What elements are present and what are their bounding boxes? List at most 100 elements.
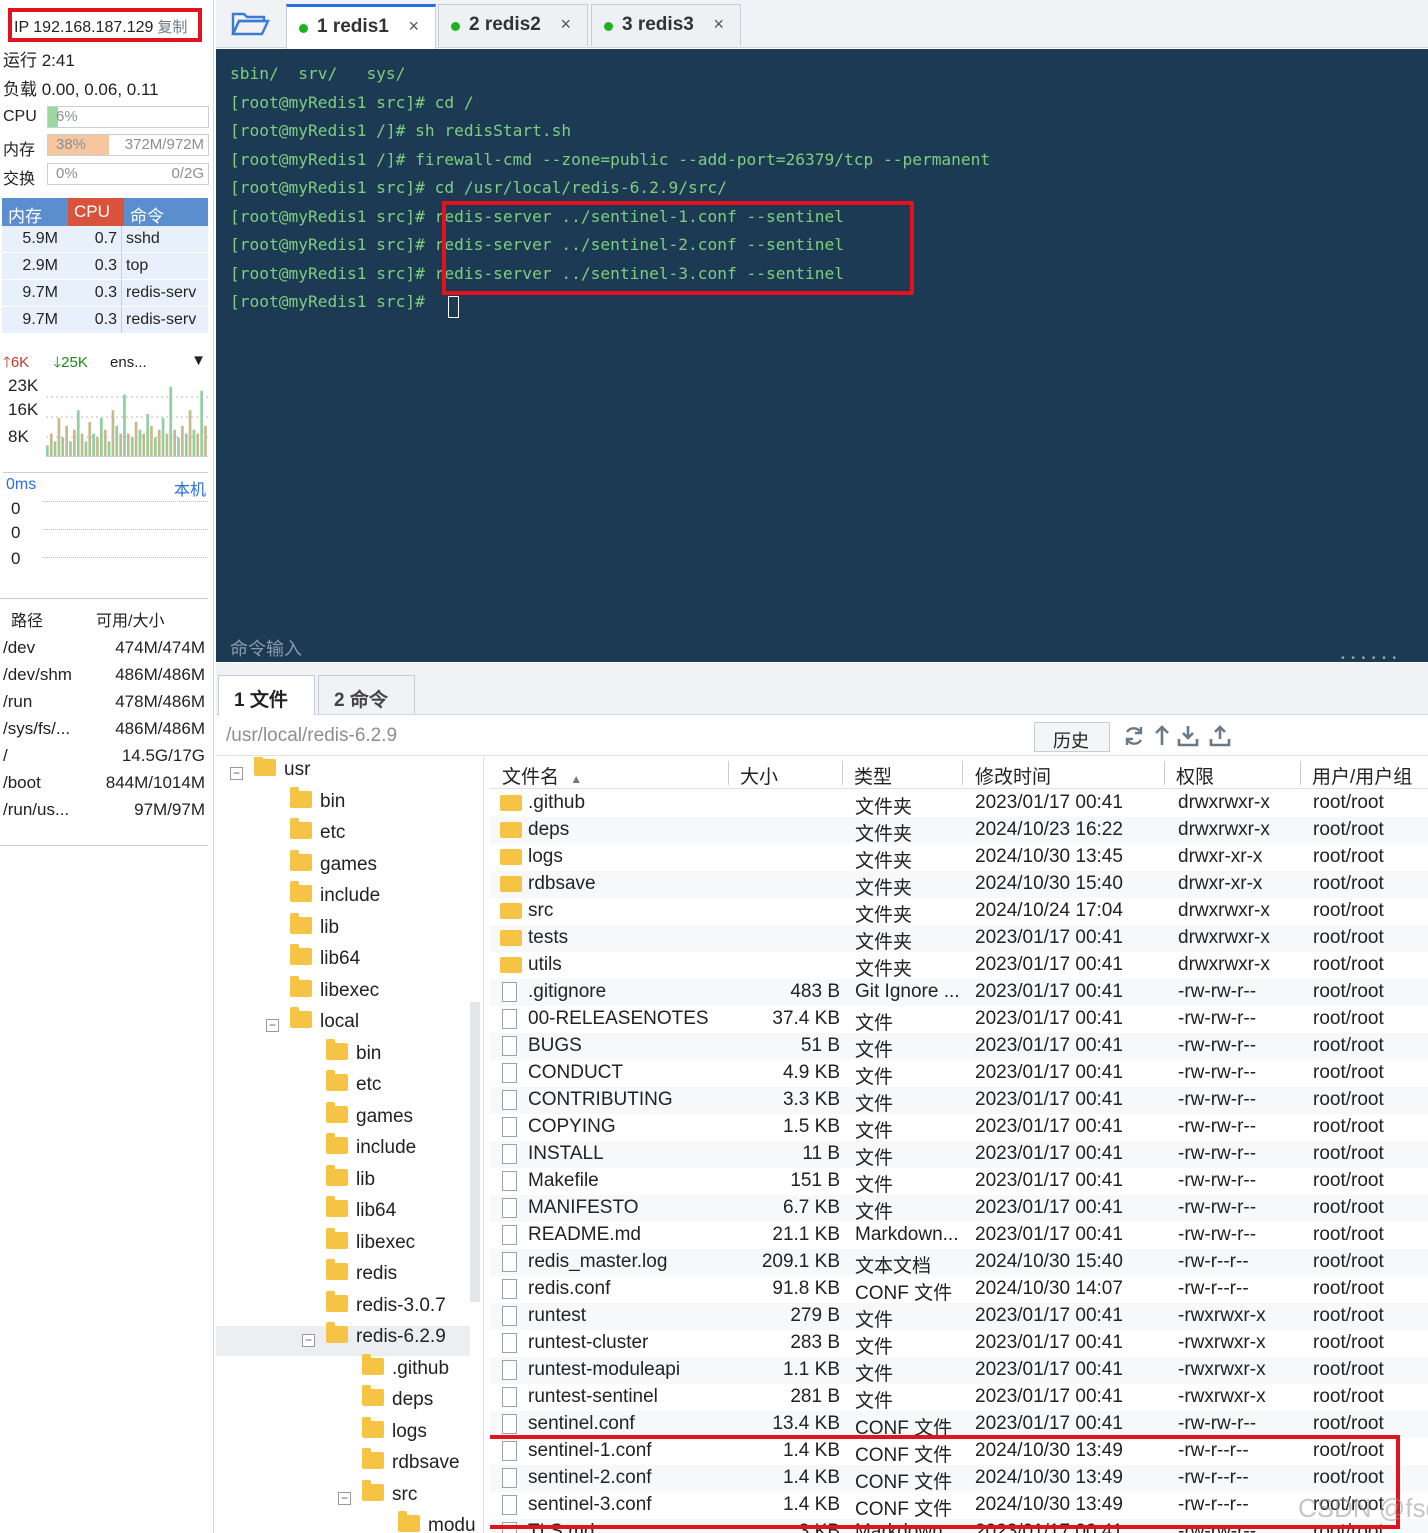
command-input[interactable]: 命令输入 xyxy=(230,635,302,661)
tree-node[interactable]: .github xyxy=(362,1353,449,1388)
col-size[interactable]: 大小 xyxy=(740,762,778,789)
tree-node[interactable]: lib xyxy=(326,1164,375,1199)
column-divider[interactable] xyxy=(728,761,729,785)
folder-open-icon[interactable] xyxy=(230,10,270,38)
file-row[interactable]: runtest 279 B 文件 2023/01/17 00:41 -rwxrwxr-x… xyxy=(490,1303,1428,1331)
file-row[interactable]: .gitignore 483 B Git Ignore ... 2023/01/17 … xyxy=(490,979,1428,1006)
folder-row[interactable]: deps 文件夹 2024/10/23 16:22 drwxrwxr-x root/ro… xyxy=(490,817,1428,845)
disk-row[interactable]: /sys/fs/... 486M/486M xyxy=(3,717,205,743)
close-icon[interactable]: × xyxy=(560,14,571,35)
file-row[interactable]: redis_master.log 209.1 KB 文本文档 2024/10/30 1… xyxy=(490,1249,1428,1277)
folder-row[interactable]: utils 文件夹 2023/01/17 00:41 drwxrwxr-x root/r… xyxy=(490,952,1428,980)
tree-node[interactable]: etc xyxy=(326,1070,381,1104)
terminal[interactable]: sbin/ srv/ sys/ [root@myRedis1 src]# cd /… xyxy=(216,49,1428,664)
interface-name[interactable]: ens... xyxy=(110,354,147,371)
disk-row[interactable]: / 14.5G/17G xyxy=(3,744,205,770)
tab-files[interactable]: 1 文件 xyxy=(218,675,315,715)
tree-node[interactable]: logs xyxy=(362,1416,427,1451)
tree-node[interactable]: games xyxy=(326,1101,413,1136)
download-icon[interactable] xyxy=(1176,724,1200,748)
disk-row[interactable]: /run 478M/486M xyxy=(3,690,205,716)
col-type[interactable]: 类型 xyxy=(854,762,892,789)
col-available[interactable]: 可用/大小 xyxy=(96,607,164,631)
collapse-icon[interactable]: − xyxy=(230,767,243,780)
ping-target[interactable]: 本机 xyxy=(174,476,206,500)
history-button[interactable]: 历史 xyxy=(1034,722,1110,752)
refresh-icon[interactable] xyxy=(1122,724,1146,748)
file-row[interactable]: 00-RELEASENOTES 37.4 KB 文件 2023/01/17 00:41… xyxy=(490,1006,1428,1034)
col-filename[interactable]: 文件名 ▲ xyxy=(502,762,582,789)
tree-node[interactable]: deps xyxy=(362,1385,433,1419)
file-row[interactable]: runtest-sentinel 281 B 文件 2023/01/17 00:41 -… xyxy=(490,1384,1428,1412)
current-path[interactable]: /usr/local/redis-6.2.9 xyxy=(226,725,397,747)
column-divider[interactable] xyxy=(842,761,843,785)
close-icon[interactable]: × xyxy=(713,14,724,35)
disk-row[interactable]: /dev/shm 486M/486M xyxy=(3,663,205,689)
process-row[interactable]: 9.7M 0.3 redis-serv xyxy=(2,307,208,334)
col-permissions[interactable]: 权限 xyxy=(1176,762,1214,789)
tree-node[interactable]: bin xyxy=(326,1038,381,1073)
folder-row[interactable]: rdbsave 文件夹 2024/10/30 15:40 drwxr-xr-x root… xyxy=(490,871,1428,899)
tree-node[interactable]: redis xyxy=(326,1259,397,1293)
file-row[interactable]: runtest-cluster 283 B 文件 2023/01/17 00:41 -r… xyxy=(490,1330,1428,1358)
col-modified[interactable]: 修改时间 xyxy=(975,762,1051,789)
upload-icon[interactable] xyxy=(1208,724,1232,748)
tab-redis2[interactable]: 2 redis2 × xyxy=(438,4,588,46)
copy-ip-button[interactable]: 复制 xyxy=(157,19,187,36)
tab-redis3[interactable]: 3 redis3 × xyxy=(591,4,741,46)
col-memory[interactable]: 内存 xyxy=(2,198,68,226)
process-row[interactable]: 9.7M 0.3 redis-serv xyxy=(2,280,208,307)
tree-node[interactable]: libexec xyxy=(326,1227,415,1262)
file-row[interactable]: runtest-moduleapi 1.1 KB 文件 2023/01/17 00:4… xyxy=(490,1357,1428,1385)
file-row[interactable]: sentinel.conf 13.4 KB CONF 文件 2023/01/17 00… xyxy=(490,1411,1428,1439)
column-divider[interactable] xyxy=(962,761,963,785)
tree-node[interactable]: include xyxy=(326,1133,416,1167)
tree-node[interactable]: libexec xyxy=(290,975,379,1010)
tree-node[interactable]: include xyxy=(290,881,380,915)
col-command[interactable]: 命令 xyxy=(124,198,208,226)
tree-node[interactable]: lib64 xyxy=(290,944,360,978)
tree-node[interactable]: lib64 xyxy=(326,1196,396,1230)
file-row[interactable]: MANIFESTO 6.7 KB 文件 2023/01/17 00:41 -rw-rw-… xyxy=(490,1195,1428,1223)
tree-node[interactable]: redis-6.2.9 xyxy=(216,1322,470,1356)
tree-node[interactable]: games xyxy=(290,849,377,884)
file-row[interactable]: BUGS 51 B 文件 2023/01/17 00:41 -rw-rw-r-- root… xyxy=(490,1033,1428,1061)
folder-row[interactable]: .github 文件夹 2023/01/17 00:41 drwxrwxr-x root… xyxy=(490,790,1428,818)
collapse-icon[interactable]: − xyxy=(338,1491,351,1505)
file-row[interactable]: Makefile 151 B 文件 2023/01/17 00:41 -rw-rw-r-… xyxy=(490,1168,1428,1196)
file-row[interactable]: CONDUCT 4.9 KB 文件 2023/01/17 00:41 -rw-rw-r-… xyxy=(490,1060,1428,1088)
collapse-icon[interactable]: − xyxy=(266,1019,279,1032)
column-divider[interactable] xyxy=(1164,761,1165,785)
disk-row[interactable]: /run/us... 97M/97M xyxy=(3,798,205,824)
file-row[interactable]: INSTALL 11 B 文件 2023/01/17 00:41 -rw-rw-r-- r… xyxy=(490,1141,1428,1169)
file-row[interactable]: COPYING 1.5 KB 文件 2023/01/17 00:41 -rw-rw-r-… xyxy=(490,1114,1428,1142)
process-row[interactable]: 2.9M 0.3 top xyxy=(2,253,208,280)
tree-node[interactable]: usr xyxy=(254,757,310,789)
tree-node[interactable]: modu xyxy=(398,1511,476,1533)
tree-scrollbar[interactable] xyxy=(470,1002,480,1302)
file-row[interactable]: CONTRIBUTING 3.3 KB 文件 2023/01/17 00:41 -rw-… xyxy=(490,1087,1428,1115)
file-row[interactable]: redis.conf 91.8 KB CONF 文件 2024/10/30 14:07… xyxy=(490,1276,1428,1304)
folder-row[interactable]: logs 文件夹 2024/10/30 13:45 drwxr-xr-x root/ro… xyxy=(490,844,1428,872)
tree-node[interactable]: etc xyxy=(290,818,345,852)
chevron-down-icon[interactable]: ▼ xyxy=(191,352,206,369)
disk-row[interactable]: /dev 474M/474M xyxy=(3,636,205,662)
tree-node[interactable]: rdbsave xyxy=(362,1448,460,1482)
up-arrow-icon[interactable] xyxy=(1150,724,1174,748)
close-icon[interactable]: × xyxy=(408,16,419,37)
file-row[interactable]: README.md 21.1 KB Markdown... 2023/01/17 00… xyxy=(490,1222,1428,1249)
tab-commands[interactable]: 2 命令 xyxy=(318,675,415,715)
collapse-icon[interactable]: − xyxy=(302,1334,315,1347)
col-cpu[interactable]: CPU xyxy=(68,198,124,226)
tab-redis1[interactable]: 1 redis1 × xyxy=(286,4,436,49)
tree-node[interactable]: src xyxy=(362,1479,417,1514)
tree-node[interactable]: local xyxy=(290,1007,359,1041)
disk-row[interactable]: /boot 844M/1014M xyxy=(3,771,205,797)
folder-row[interactable]: src 文件夹 2024/10/24 17:04 drwxrwxr-x root/roo… xyxy=(490,898,1428,926)
col-path[interactable]: 路径 xyxy=(11,607,43,631)
col-owner[interactable]: 用户/用户组 xyxy=(1312,762,1412,789)
folder-row[interactable]: tests 文件夹 2023/01/17 00:41 drwxrwxr-x root/r… xyxy=(490,925,1428,953)
column-divider[interactable] xyxy=(1300,761,1301,785)
tree-node[interactable]: bin xyxy=(290,786,345,821)
tree-node[interactable]: lib xyxy=(290,912,339,947)
